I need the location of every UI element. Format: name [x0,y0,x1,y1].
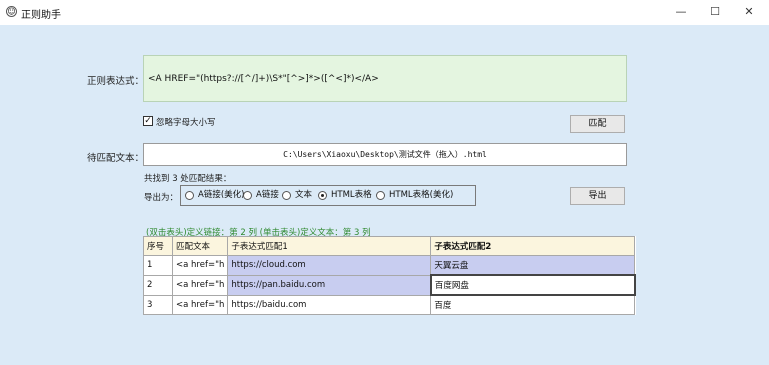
header-group-2[interactable]: 子表达式匹配2 [430,236,636,256]
cell-group-1[interactable]: https://cloud.com [227,255,432,276]
header-match-text[interactable]: 匹配文本 [171,236,229,256]
app-smiley-icon: ☺ [6,6,17,17]
minimize-button[interactable]: — [670,4,692,20]
radio-dot [243,191,252,200]
cell-index[interactable]: 2 [143,274,173,296]
ignore-case-label[interactable]: 忽略字母大小写 [156,116,216,128]
radio-label: HTML表格 [331,190,372,200]
radio-a-link[interactable]: A链接 [243,190,279,201]
cell-group-1[interactable]: https://baidu.com [227,294,432,315]
table-row[interactable]: 3 <a href="h https://baidu.com 百度 [143,294,636,315]
radio-label: A链接 [256,190,279,200]
radio-a-link-pretty[interactable]: A链接(美化) [185,190,244,201]
header-group-1[interactable]: 子表达式匹配1 [227,236,432,256]
cell-index[interactable]: 3 [143,294,173,315]
target-text-input[interactable]: C:\Users\Xiaoxu\Desktop\测试文件（拖入）.html [143,143,627,166]
regex-value: <A HREF="(https?://[^/]+)\S*"[^>]*>([^<]… [148,74,379,84]
cell-match-text[interactable]: <a href="h [171,274,229,296]
regex-label: 正则表达式： [87,76,145,87]
ignore-case-checkbox[interactable]: ✓ [143,116,153,126]
maximize-button[interactable]: ☐ [704,4,726,20]
regex-input[interactable]: <A HREF="(https?://[^/]+)\S*"[^>]*>([^<]… [143,55,627,102]
cell-group-2[interactable]: 百度 [430,294,636,315]
results-table[interactable]: 序号 匹配文本 子表达式匹配1 子表达式匹配2 1 <a href="h htt… [143,236,636,315]
radio-label: HTML表格(美化) [389,190,454,200]
table-row[interactable]: 1 <a href="h https://cloud.com 天翼云盘 [143,255,636,276]
cell-match-text[interactable]: <a href="h [171,294,229,315]
close-button[interactable]: ✕ [738,4,760,20]
window-title: 正则助手 [21,10,61,21]
header-index[interactable]: 序号 [143,236,173,256]
radio-text[interactable]: 文本 [282,190,312,201]
cell-index[interactable]: 1 [143,255,173,276]
cell-group-2-current[interactable]: 百度网盘 [429,274,636,296]
export-button[interactable]: 导出 [570,187,625,205]
cell-group-2[interactable]: 天翼云盘 [430,255,636,276]
radio-html-table-pretty[interactable]: HTML表格(美化) [376,190,453,201]
radio-dot [282,191,291,200]
target-label: 待匹配文本： [87,153,145,164]
match-button[interactable]: 匹配 [570,115,625,133]
radio-dot [376,191,385,200]
cell-match-text[interactable]: <a href="h [171,255,229,276]
table-header-row: 序号 匹配文本 子表达式匹配1 子表达式匹配2 [143,236,636,256]
radio-html-table[interactable]: HTML表格 [318,190,372,201]
radio-dot-selected [318,191,327,200]
radio-dot [185,191,194,200]
title-bar: ☺ 正则助手 — ☐ ✕ [0,0,769,25]
table-row[interactable]: 2 <a href="h https://pan.baidu.com 百度网盘 [143,274,636,296]
result-count: 共找到 3 处匹配结果： [144,174,232,184]
radio-label: 文本 [295,190,313,200]
cell-group-1[interactable]: https://pan.baidu.com [227,274,432,296]
radio-label: A链接(美化) [198,190,245,200]
export-label: 导出为： [144,193,179,203]
